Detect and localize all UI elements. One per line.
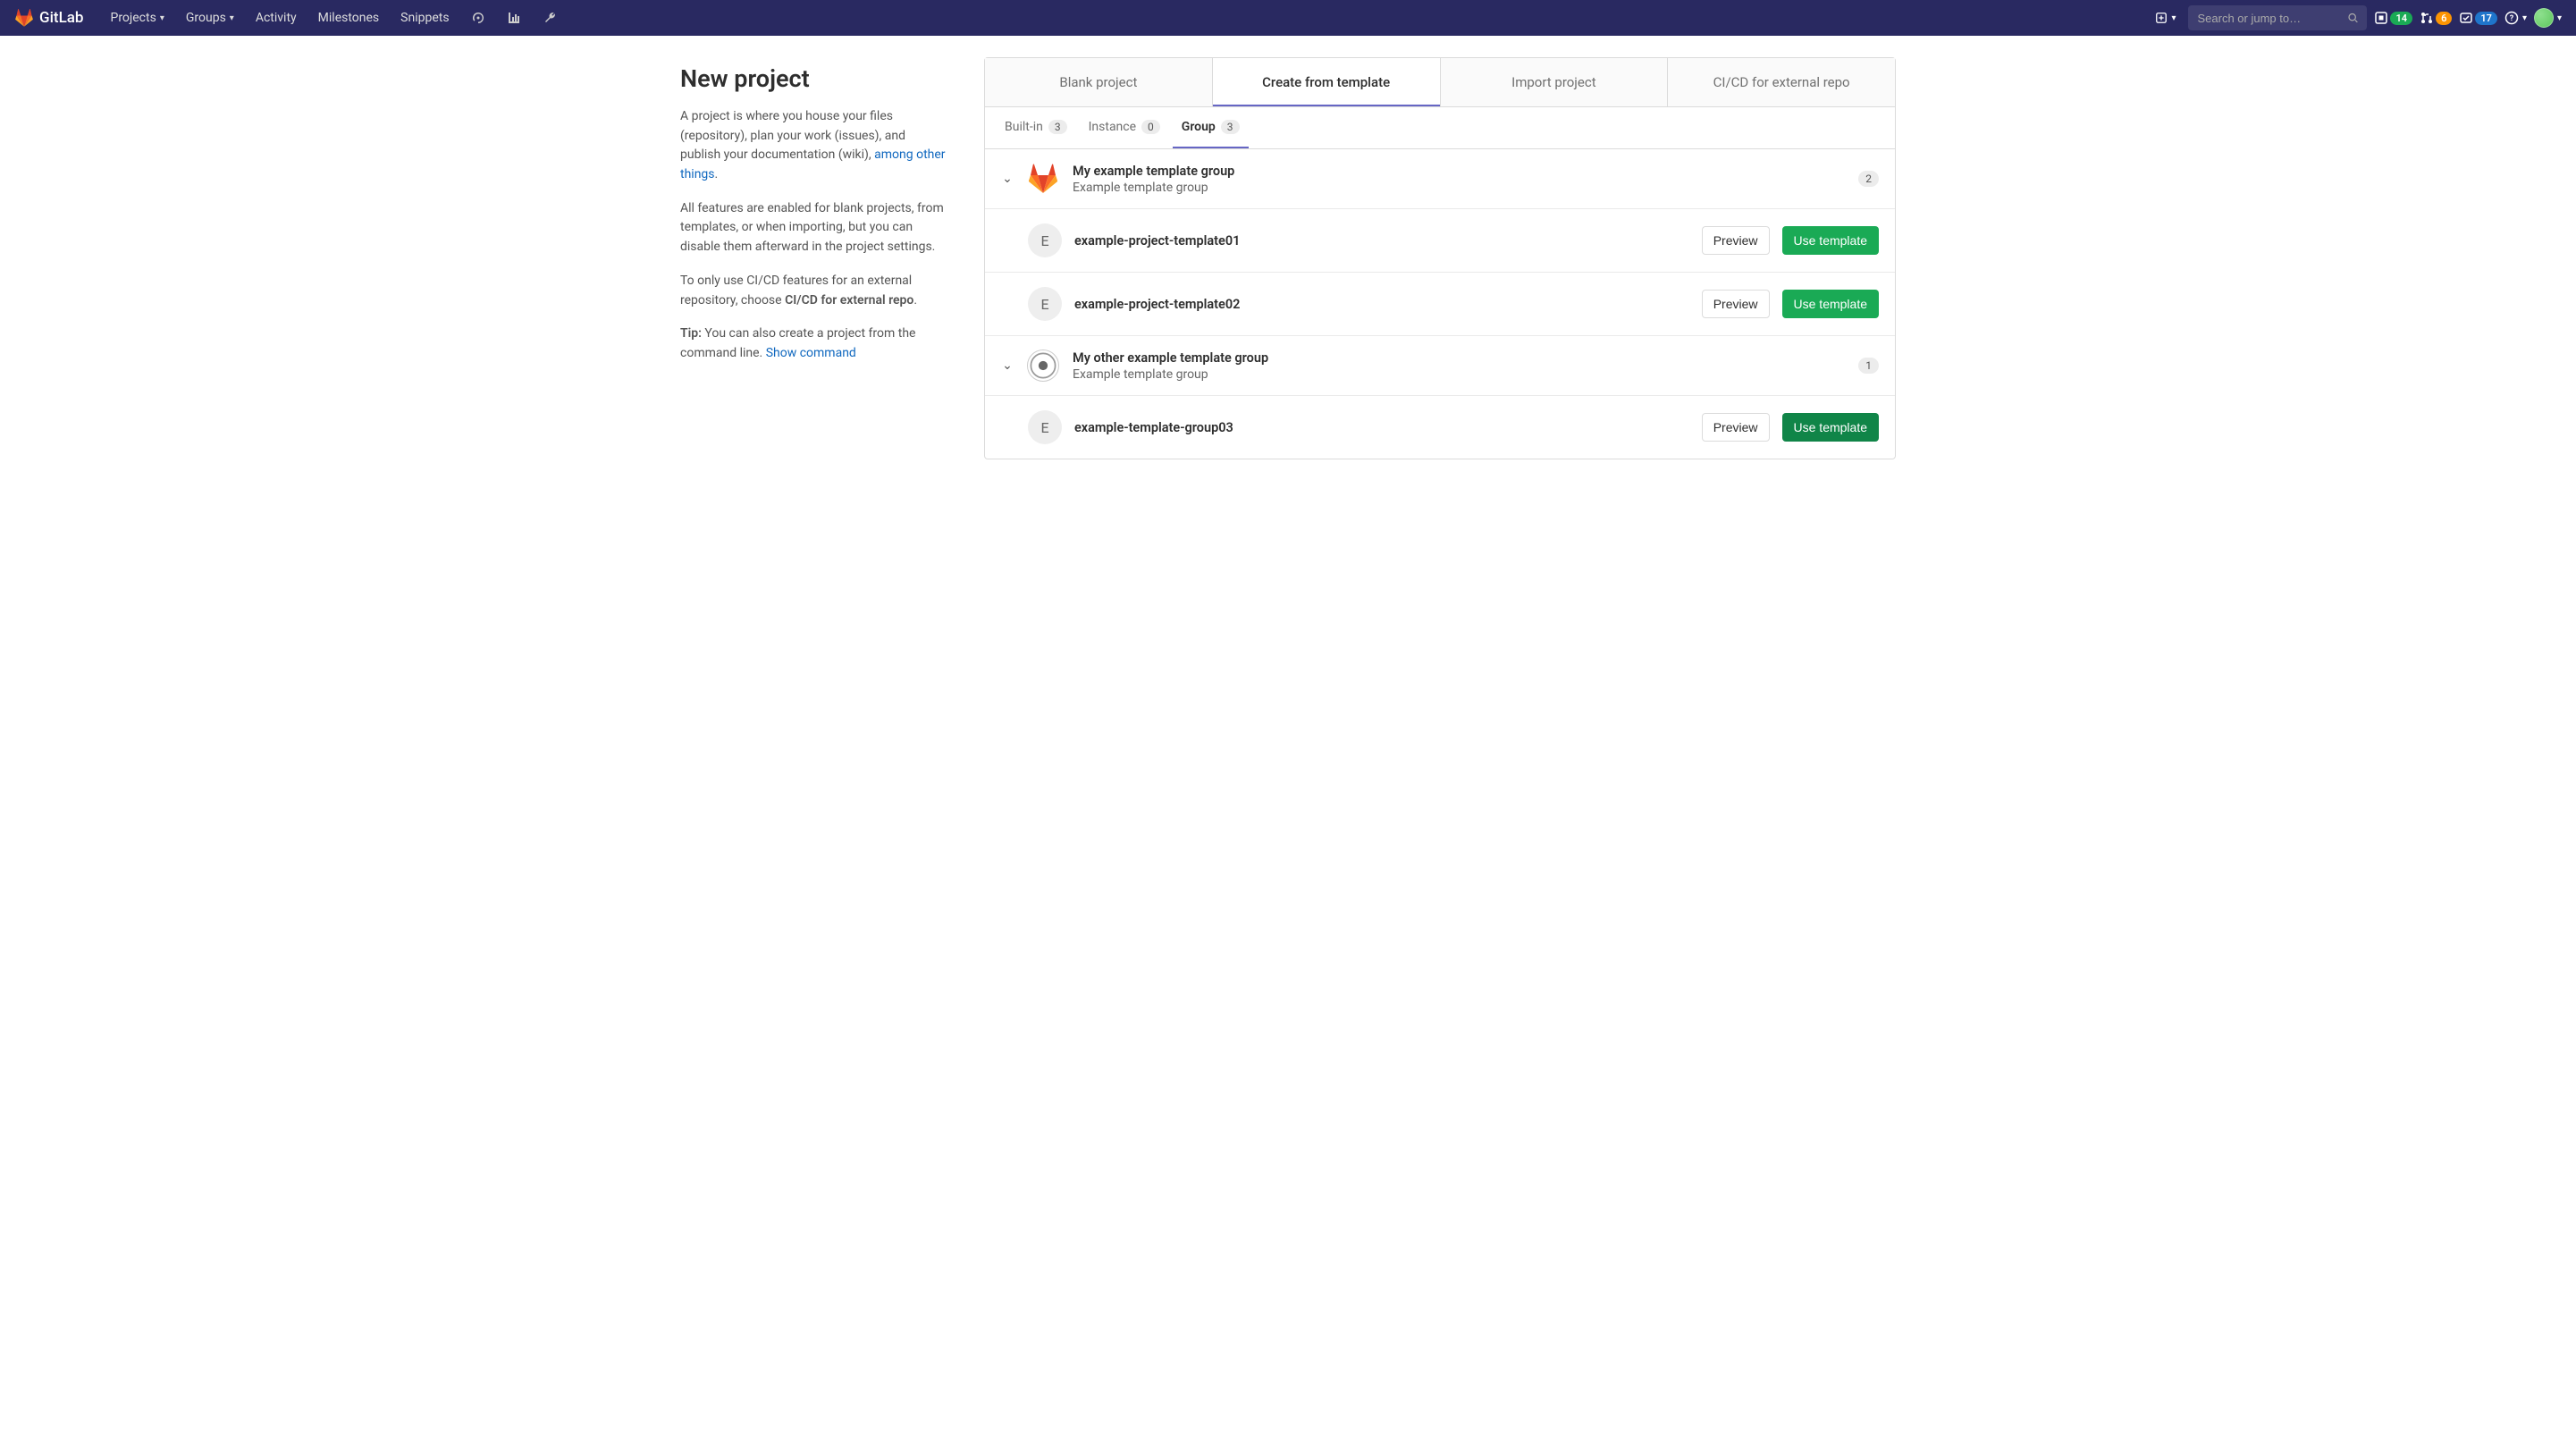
- group-count-badge: 2: [1858, 171, 1879, 187]
- main-tabs: Blank project Create from template Impor…: [985, 58, 1895, 107]
- group-description: Example template group: [1073, 367, 1846, 382]
- template-name: example-template-group03: [1074, 420, 1689, 435]
- template-name: example-project-template01: [1074, 233, 1689, 248]
- wrench-icon[interactable]: [534, 5, 566, 30]
- issues-counter[interactable]: 14: [2374, 11, 2412, 25]
- count-pill: 0: [1141, 120, 1160, 134]
- brand-text: GitLab: [39, 9, 83, 27]
- chevron-down-icon[interactable]: ⌄: [1001, 172, 1014, 186]
- count-pill: 3: [1221, 120, 1240, 134]
- subtab-group[interactable]: Group 3: [1173, 107, 1249, 148]
- preview-button[interactable]: Preview: [1702, 413, 1770, 442]
- nav-projects[interactable]: Projects▾: [101, 5, 173, 30]
- description-para-2: All features are enabled for blank proje…: [680, 199, 948, 257]
- sidebar-description: New project A project is where you house…: [680, 57, 948, 459]
- tab-cicd-external[interactable]: CI/CD for external repo: [1668, 58, 1895, 106]
- template-row: E example-template-group03 Preview Use t…: [985, 396, 1895, 459]
- nav-milestones[interactable]: Milestones: [309, 5, 389, 30]
- group-row: ⌄ My other example template group Exampl…: [985, 336, 1895, 396]
- content-panel-col: Blank project Create from template Impor…: [984, 57, 1896, 459]
- description-para-4: Tip: You can also create a project from …: [680, 324, 948, 363]
- search-box[interactable]: [2188, 5, 2367, 30]
- template-name: example-project-template02: [1074, 297, 1689, 312]
- navbar-right: ▾ 14 6 17 ? ▾ ▾: [2150, 5, 2562, 30]
- group-avatar: [1026, 349, 1060, 383]
- help-button[interactable]: ? ▾: [2504, 11, 2527, 25]
- chart-icon[interactable]: [498, 5, 530, 30]
- search-icon: [2347, 12, 2359, 24]
- group-avatar: [1026, 162, 1060, 196]
- user-menu[interactable]: ▾: [2534, 8, 2562, 28]
- svg-text:?: ?: [2510, 14, 2514, 23]
- group-description: Example template group: [1073, 181, 1846, 195]
- subtab-built-in[interactable]: Built-in 3: [996, 107, 1076, 148]
- use-template-button[interactable]: Use template: [1782, 226, 1879, 255]
- gitlab-logo-icon: [14, 8, 34, 28]
- project-panel: Blank project Create from template Impor…: [984, 57, 1896, 459]
- group-info: My other example template group Example …: [1073, 350, 1846, 382]
- group-info: My example template group Example templa…: [1073, 164, 1846, 195]
- gauge-icon[interactable]: [462, 5, 494, 30]
- use-template-button[interactable]: Use template: [1782, 290, 1879, 318]
- preview-button[interactable]: Preview: [1702, 226, 1770, 255]
- todo-counter[interactable]: 17: [2459, 11, 2497, 25]
- preview-button[interactable]: Preview: [1702, 290, 1770, 318]
- chevron-down-icon: ▾: [160, 13, 164, 23]
- search-input[interactable]: [2197, 12, 2346, 25]
- plus-button[interactable]: ▾: [2150, 8, 2181, 28]
- subtab-instance[interactable]: Instance 0: [1080, 107, 1169, 148]
- group-name: My other example template group: [1073, 350, 1846, 366]
- main-content: New project A project is where you house…: [644, 36, 1932, 481]
- mr-badge: 6: [2436, 12, 2452, 25]
- show-command-link[interactable]: Show command: [766, 346, 856, 360]
- tab-import-project[interactable]: Import project: [1441, 58, 1669, 106]
- template-avatar: E: [1028, 223, 1062, 257]
- template-avatar: E: [1028, 287, 1062, 321]
- nav-groups[interactable]: Groups▾: [177, 5, 243, 30]
- chevron-down-icon: ▾: [2557, 13, 2562, 23]
- group-name: My example template group: [1073, 164, 1846, 179]
- tab-blank-project[interactable]: Blank project: [985, 58, 1213, 106]
- avatar: [2534, 8, 2554, 28]
- group-count-badge: 1: [1858, 358, 1879, 374]
- page-title: New project: [680, 64, 948, 93]
- count-pill: 3: [1048, 120, 1067, 134]
- group-row: ⌄ My example template group Example temp…: [985, 149, 1895, 209]
- nav-snippets[interactable]: Snippets: [391, 5, 458, 30]
- description-para-3: To only use CI/CD features for an extern…: [680, 272, 948, 310]
- chevron-down-icon: ▾: [2171, 13, 2176, 23]
- navbar-left: GitLab Projects▾ Groups▾ Activity Milest…: [14, 5, 566, 30]
- template-row: E example-project-template01 Preview Use…: [985, 209, 1895, 273]
- chevron-down-icon[interactable]: ⌄: [1001, 358, 1014, 373]
- tab-create-from-template[interactable]: Create from template: [1213, 58, 1441, 106]
- todo-badge: 17: [2475, 12, 2497, 25]
- gitlab-logo[interactable]: GitLab: [14, 8, 83, 28]
- chevron-down-icon: ▾: [2522, 13, 2527, 23]
- description-para-1: A project is where you house your files …: [680, 107, 948, 185]
- template-avatar: E: [1028, 410, 1062, 444]
- chevron-down-icon: ▾: [230, 13, 234, 23]
- issues-badge: 14: [2390, 12, 2412, 25]
- template-sub-tabs: Built-in 3 Instance 0 Group 3: [985, 107, 1895, 149]
- nav-activity[interactable]: Activity: [247, 5, 306, 30]
- use-template-button[interactable]: Use template: [1782, 413, 1879, 442]
- top-navbar: GitLab Projects▾ Groups▾ Activity Milest…: [0, 0, 2576, 36]
- template-row: E example-project-template02 Preview Use…: [985, 273, 1895, 336]
- mr-counter[interactable]: 6: [2420, 11, 2452, 25]
